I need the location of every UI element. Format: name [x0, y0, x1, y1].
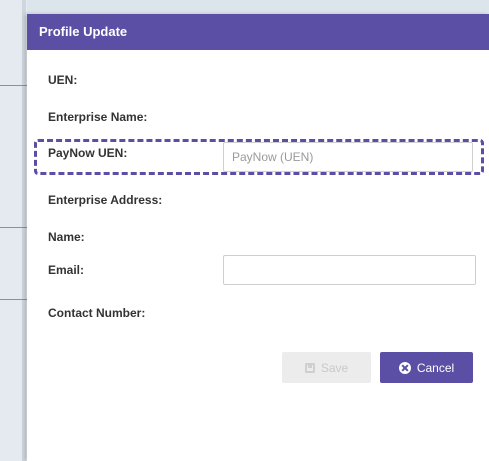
cancel-button[interactable]: Cancel	[380, 352, 473, 383]
background-line	[0, 227, 27, 228]
floppy-disk-icon	[304, 362, 315, 373]
uen-label: UEN:	[48, 73, 78, 87]
background-line	[0, 85, 27, 86]
background-line	[0, 299, 27, 300]
dialog-header: Profile Update	[27, 14, 489, 50]
profile-update-dialog: Profile Update UEN: Enterprise Name: Pay…	[27, 14, 489, 461]
paynow-uen-label: PayNow UEN:	[48, 146, 128, 160]
save-button[interactable]: Save	[282, 352, 371, 383]
close-circle-icon	[398, 361, 411, 374]
name-label: Name:	[48, 230, 85, 244]
email-input[interactable]	[223, 255, 476, 285]
enterprise-name-label: Enterprise Name:	[48, 110, 148, 124]
contact-number-label: Contact Number:	[48, 306, 146, 320]
cancel-button-label: Cancel	[416, 360, 455, 375]
save-button-label: Save	[320, 360, 349, 375]
dialog-title: Profile Update	[39, 24, 128, 39]
email-label: Email:	[48, 263, 85, 277]
enterprise-address-label: Enterprise Address:	[48, 193, 163, 207]
paynow-uen-input[interactable]	[223, 142, 473, 172]
background-divider	[22, 0, 26, 461]
